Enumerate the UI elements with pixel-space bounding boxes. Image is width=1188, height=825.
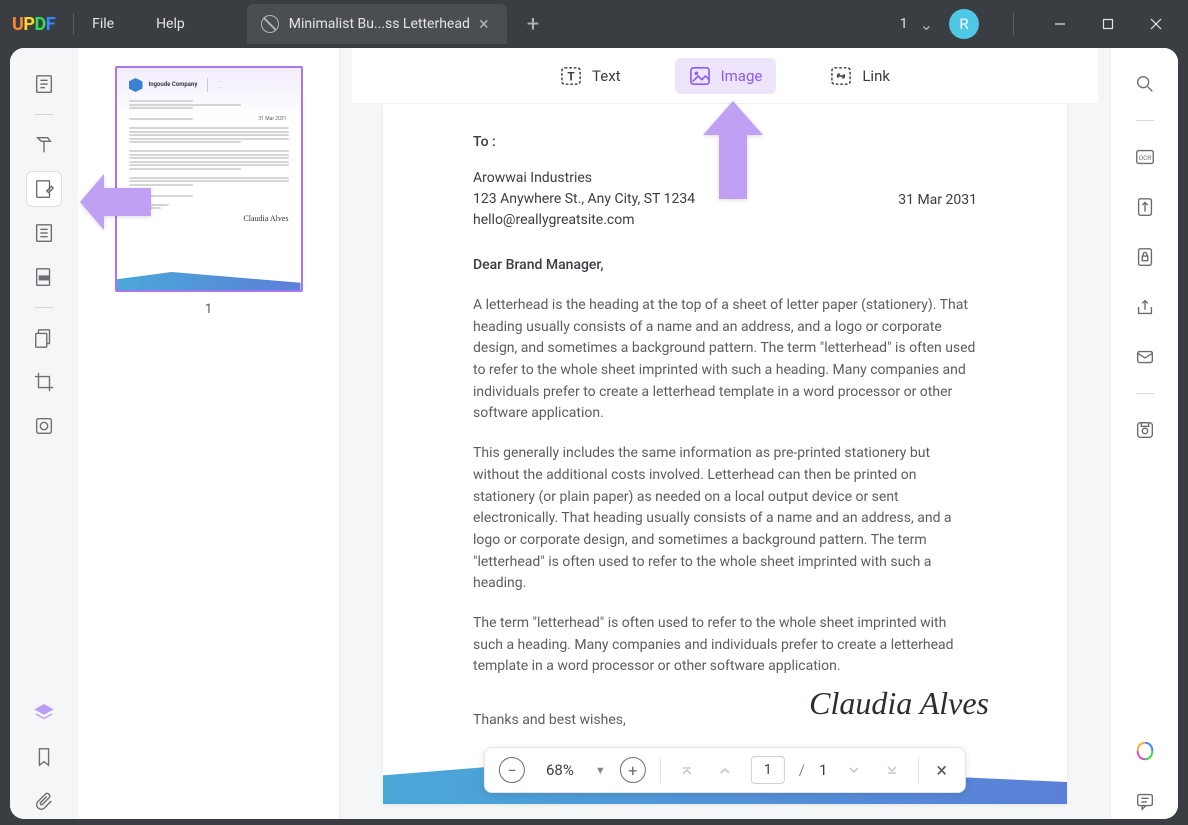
titlebar: UPDF File Help Minimalist Bu...ss Letter… bbox=[0, 0, 1188, 48]
user-avatar[interactable]: R bbox=[949, 9, 979, 39]
close-window-button[interactable] bbox=[1136, 8, 1176, 40]
chevron-down-icon[interactable]: ⌄ bbox=[920, 15, 933, 34]
image-tool-button[interactable]: Image bbox=[675, 58, 777, 94]
doc-paragraph: A letterhead is the heading at the top o… bbox=[473, 295, 977, 425]
divider bbox=[1136, 120, 1154, 121]
tab-title: Minimalist Bu...ss Letterhead bbox=[289, 16, 475, 32]
ocr-button[interactable]: OCR bbox=[1127, 139, 1163, 175]
page-number-input[interactable] bbox=[751, 756, 785, 784]
prev-page-button[interactable] bbox=[713, 758, 737, 782]
attachments-button[interactable] bbox=[26, 783, 62, 819]
document-viewport[interactable]: To : Arowwai Industries 123 Anywhere St.… bbox=[340, 104, 1110, 819]
zoom-in-button[interactable]: + bbox=[620, 757, 646, 783]
zoom-out-button[interactable]: − bbox=[499, 757, 525, 783]
divider bbox=[35, 114, 53, 115]
doc-date: 31 Mar 2031 bbox=[898, 192, 977, 208]
organize-pages-button[interactable] bbox=[26, 215, 62, 251]
ai-assistant-button[interactable] bbox=[1127, 733, 1163, 769]
search-button[interactable] bbox=[1127, 66, 1163, 102]
first-page-button[interactable] bbox=[675, 758, 699, 782]
thumbnails-panel-button[interactable] bbox=[26, 695, 62, 731]
divider bbox=[1136, 393, 1154, 394]
save-button[interactable] bbox=[1127, 412, 1163, 448]
share-button[interactable] bbox=[1127, 289, 1163, 325]
text-icon: T bbox=[560, 66, 582, 86]
divider bbox=[73, 13, 74, 35]
document-tab[interactable]: Minimalist Bu...ss Letterhead × bbox=[247, 4, 507, 44]
doc-greeting: Dear Brand Manager, bbox=[473, 257, 977, 273]
new-tab-button[interactable]: + bbox=[527, 12, 539, 37]
page-total: 1 bbox=[819, 761, 827, 779]
redact-tool-button[interactable] bbox=[26, 259, 62, 295]
maximize-button[interactable] bbox=[1088, 8, 1128, 40]
doc-paragraph: The term "letterhead" is often used to r… bbox=[473, 613, 977, 678]
comment-tool-button[interactable] bbox=[26, 127, 62, 163]
text-tool-label: Text bbox=[592, 67, 621, 85]
divider bbox=[660, 757, 661, 783]
annotation-arrow-left bbox=[76, 170, 156, 238]
link-icon bbox=[830, 66, 852, 86]
bookmarks-button[interactable] bbox=[26, 739, 62, 775]
left-toolbar bbox=[10, 48, 78, 819]
svg-text:T: T bbox=[567, 69, 575, 83]
annotation-arrow-up bbox=[697, 95, 769, 207]
image-icon bbox=[689, 66, 711, 86]
text-tool-button[interactable]: T Text bbox=[546, 58, 635, 94]
doc-paragraph: This generally includes the same informa… bbox=[473, 443, 977, 595]
crop-tool-button[interactable] bbox=[26, 364, 62, 400]
thumbnail-panel: Ingoude Company ······ 31 Mar 2031 Cla bbox=[78, 48, 340, 819]
last-page-button[interactable] bbox=[879, 758, 903, 782]
zoom-value: 68% bbox=[539, 761, 581, 779]
image-tool-label: Image bbox=[721, 67, 763, 85]
page-tools-button[interactable] bbox=[26, 320, 62, 356]
divider bbox=[917, 757, 918, 783]
edit-pdf-button[interactable] bbox=[26, 171, 62, 207]
link-tool-label: Link bbox=[862, 67, 890, 85]
window-count[interactable]: 1 bbox=[900, 16, 908, 32]
zoom-nav-bar: − 68% ▼ + / 1 × bbox=[484, 747, 966, 793]
watermark-tool-button[interactable] bbox=[26, 408, 62, 444]
thumbnail-number: 1 bbox=[205, 302, 212, 317]
email-button[interactable] bbox=[1127, 339, 1163, 375]
minimize-button[interactable] bbox=[1040, 8, 1080, 40]
document-page[interactable]: To : Arowwai Industries 123 Anywhere St.… bbox=[383, 104, 1067, 804]
divider bbox=[35, 307, 53, 308]
link-tool-button[interactable]: Link bbox=[816, 58, 904, 94]
close-bar-button[interactable]: × bbox=[932, 758, 951, 782]
zoom-dropdown-icon[interactable]: ▼ bbox=[595, 764, 606, 777]
reader-mode-button[interactable] bbox=[26, 66, 62, 102]
tab-close-icon[interactable]: × bbox=[475, 14, 493, 35]
convert-button[interactable] bbox=[1127, 189, 1163, 225]
divider bbox=[1013, 13, 1014, 35]
menu-help[interactable]: Help bbox=[156, 16, 185, 32]
protect-button[interactable] bbox=[1127, 239, 1163, 275]
app-logo: UPDF bbox=[12, 14, 55, 35]
page-separator: / bbox=[799, 761, 805, 779]
menu-file[interactable]: File bbox=[92, 16, 114, 32]
comments-button[interactable] bbox=[1127, 783, 1163, 819]
doc-signature: Claudia Alves bbox=[809, 685, 989, 722]
svg-text:OCR: OCR bbox=[1138, 154, 1151, 162]
next-page-button[interactable] bbox=[841, 758, 865, 782]
tab-doc-icon bbox=[261, 15, 279, 33]
right-toolbar: OCR bbox=[1110, 48, 1178, 819]
workspace: Ingoude Company ······ 31 Mar 2031 Cla bbox=[10, 48, 1178, 819]
